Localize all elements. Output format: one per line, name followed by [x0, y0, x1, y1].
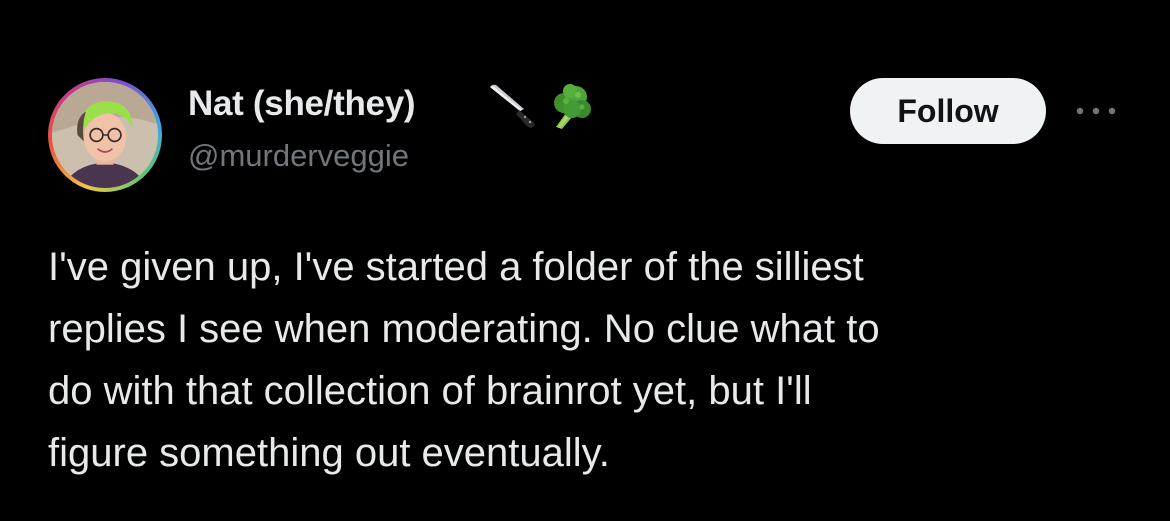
- knife-icon: [486, 81, 540, 129]
- user-handle[interactable]: @murderveggie: [188, 138, 409, 174]
- tweet-text-line: replies I see when moderating. No clue w…: [48, 307, 880, 351]
- avatar[interactable]: [48, 78, 162, 192]
- name-emoji-badges: [486, 78, 594, 132]
- tweet-text-line: I've given up, I've started a folder of …: [48, 245, 864, 289]
- more-options-button[interactable]: [1070, 96, 1122, 128]
- display-name[interactable]: Nat (she/they): [188, 84, 416, 124]
- tweet-card: Nat (she/they) @murderveggie Follow I've…: [0, 0, 1170, 521]
- tweet-text: I've given up, I've started a folder of …: [48, 236, 1128, 484]
- avatar-photo: [52, 82, 158, 188]
- tweet-text-line: figure something out eventually.: [48, 431, 610, 475]
- tweet-text-line: do with that collection of brainrot yet,…: [48, 369, 812, 413]
- broccoli-icon: [542, 79, 594, 131]
- more-dots-icon: [1074, 103, 1118, 121]
- follow-button[interactable]: Follow: [850, 78, 1046, 144]
